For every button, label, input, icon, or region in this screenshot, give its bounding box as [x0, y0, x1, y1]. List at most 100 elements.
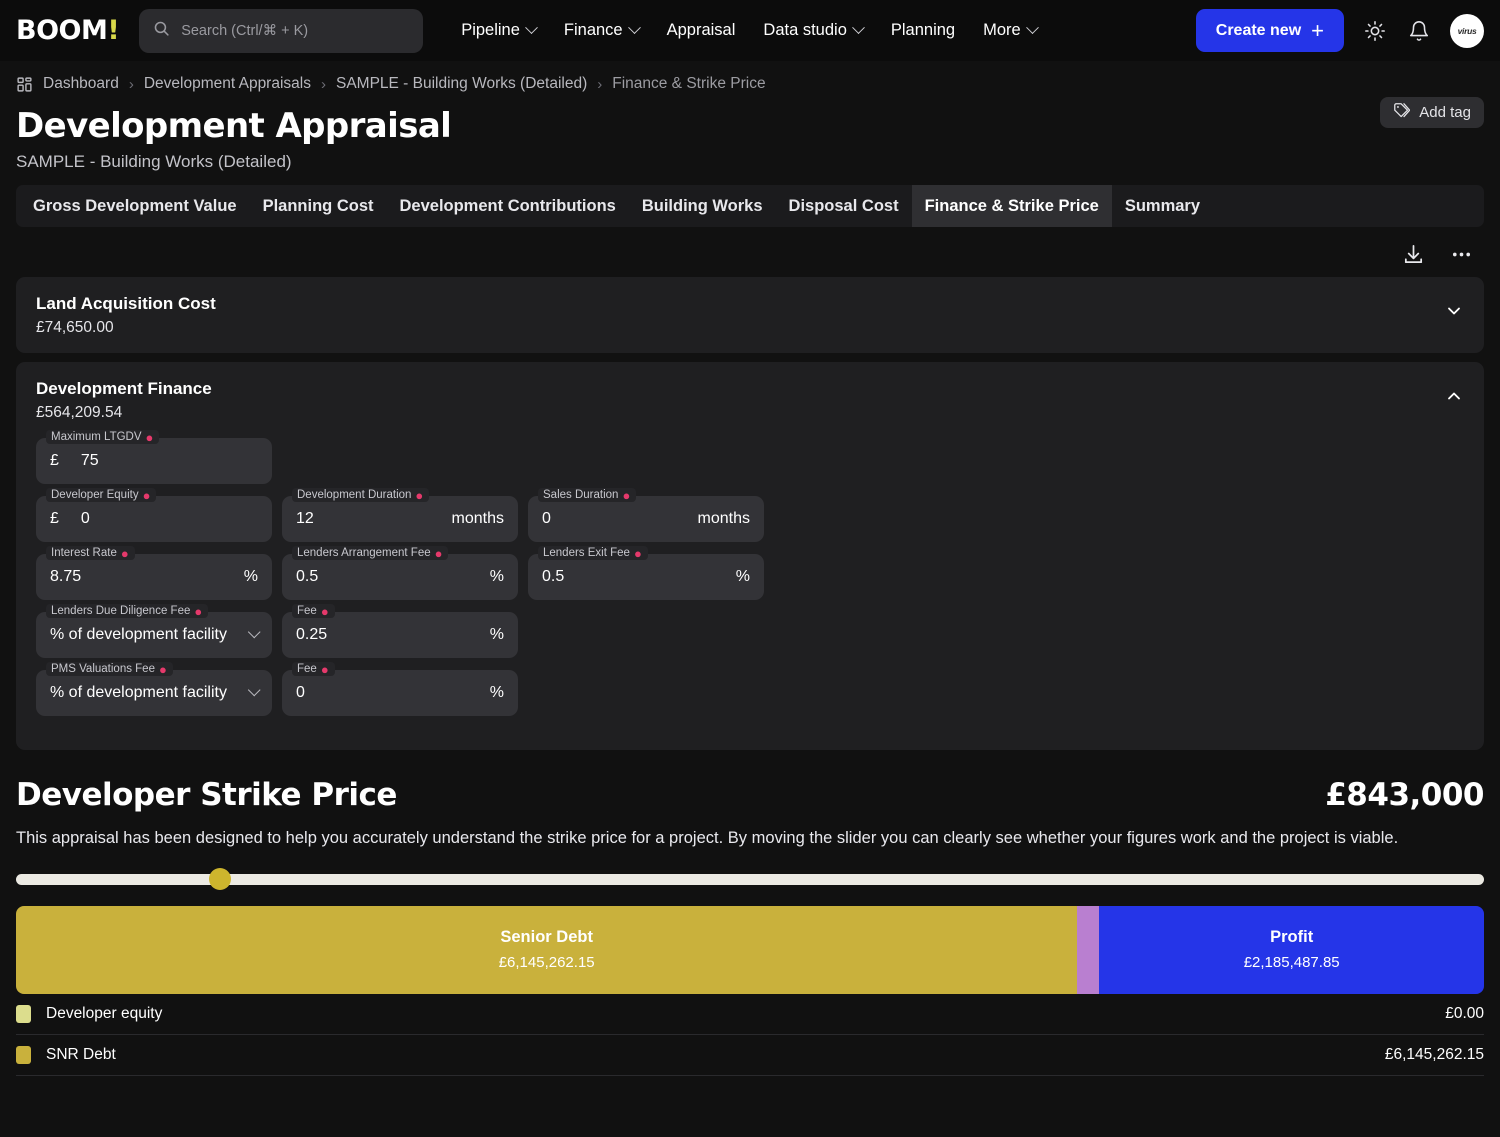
field-interest-rate[interactable]: Interest Rate ● 8.75 % — [36, 546, 272, 601]
content-toolbar — [0, 227, 1500, 277]
nav-item-pipeline[interactable]: Pipeline — [447, 13, 550, 48]
field-label-text: Fee — [297, 605, 317, 618]
legend-swatch — [16, 1004, 31, 1023]
nav-label: Finance — [563, 21, 623, 39]
tab-finance-and-strike-price[interactable]: Finance & Strike Price — [911, 185, 1112, 228]
search-input[interactable]: Search (Ctrl/⌘ + K) — [139, 8, 424, 53]
tab-summary[interactable]: Summary — [1112, 185, 1213, 227]
chevron-up-icon[interactable] — [1444, 386, 1464, 411]
create-new-button[interactable]: Create new + — [1195, 9, 1344, 52]
field-label: Interest Rate ● — [46, 546, 135, 561]
strike-price-slider[interactable] — [16, 868, 1484, 891]
breadcrumb-separator: › — [320, 75, 326, 93]
avatar[interactable]: virus — [1450, 13, 1484, 48]
card-development-finance-header[interactable]: Development Finance £564,209.54 — [16, 362, 1484, 438]
breadcrumb-separator: › — [597, 75, 603, 93]
nav-item-appraisal[interactable]: Appraisal — [653, 13, 750, 48]
app-logo-bang: ! — [107, 15, 120, 46]
sun-icon — [1365, 20, 1385, 41]
required-asterisk: ● — [434, 545, 443, 561]
tag-icon — [1393, 102, 1411, 123]
card-title: Land Acquisition Cost — [36, 294, 216, 314]
breadcrumb-item-development-appraisals[interactable]: Development Appraisals — [144, 75, 311, 93]
app-logo-text: BOOM — [16, 15, 108, 46]
tab-disposal-cost[interactable]: Disposal Cost — [776, 185, 912, 227]
breadcrumb: Dashboard › Development Appraisals › SAM… — [0, 61, 1500, 93]
theme-toggle-button[interactable] — [1362, 18, 1388, 44]
breadcrumb-item-dashboard[interactable]: Dashboard — [43, 75, 119, 93]
nav-label: Appraisal — [666, 21, 736, 39]
field-pms-valuations-fee[interactable]: PMS Valuations Fee ● % of development fa… — [36, 662, 272, 717]
chevron-down-icon[interactable] — [1444, 301, 1464, 326]
page-subtitle: SAMPLE - Building Works (Detailed) — [16, 152, 292, 172]
field-row-5: PMS Valuations Fee ● % of development fa… — [36, 662, 1464, 717]
segment-value: £2,185,487.85 — [1243, 954, 1340, 972]
nav-item-more[interactable]: More — [969, 13, 1051, 48]
field-lenders-due-diligence-fee-amount[interactable]: Fee ● 0.25 % — [282, 604, 518, 659]
app-logo[interactable]: BOOM! — [16, 15, 120, 46]
field-value: 0 — [542, 510, 551, 528]
page-title: Development Appraisal — [16, 106, 452, 146]
field-suffix: % — [489, 568, 504, 586]
notifications-button[interactable] — [1406, 18, 1432, 44]
more-options-button[interactable] — [1448, 241, 1474, 267]
field-value: 0.5 — [542, 568, 565, 586]
bar-segment-profit[interactable]: Profit £2,185,487.85 — [1099, 905, 1484, 994]
field-label: Fee ● — [292, 604, 335, 619]
required-asterisk: ● — [142, 487, 151, 503]
segment-label: Senior Debt — [500, 928, 593, 947]
chevron-down-icon — [247, 683, 261, 696]
top-navigation-bar: BOOM! Search (Ctrl/⌘ + K) Pipeline Finan… — [0, 0, 1500, 61]
field-development-duration[interactable]: Development Duration ● 12 months — [282, 488, 518, 543]
bar-segment-middle[interactable] — [1077, 905, 1100, 994]
field-sales-duration[interactable]: Sales Duration ● 0 months — [528, 488, 764, 543]
card-title: Development Finance — [36, 379, 212, 399]
card-land-acquisition-header[interactable]: Land Acquisition Cost £74,650.00 — [16, 277, 1484, 353]
field-suffix: months — [697, 510, 750, 528]
nav-item-data-studio[interactable]: Data studio — [749, 13, 876, 48]
card-value: £564,209.54 — [36, 404, 123, 422]
field-label-text: Lenders Arrangement Fee — [297, 547, 431, 560]
avatar-text: virus — [1457, 25, 1477, 36]
tab-development-contributions[interactable]: Development Contributions — [387, 185, 629, 227]
field-maximum-ltgdv[interactable]: Maximum LTGDV ● £ 75 — [36, 430, 272, 485]
field-label: Lenders Arrangement Fee ● — [292, 545, 449, 561]
required-asterisk: ● — [415, 487, 424, 503]
tab-building-works[interactable]: Building Works — [629, 185, 776, 227]
add-tag-button[interactable]: Add tag — [1380, 97, 1484, 128]
required-asterisk: ● — [633, 545, 642, 561]
field-lenders-arrangement-fee[interactable]: Lenders Arrangement Fee ● 0.5 % — [282, 546, 518, 601]
dashboard-grid-icon[interactable] — [16, 76, 33, 93]
required-asterisk: ● — [145, 429, 154, 445]
card-land-acquisition-cost: Land Acquisition Cost £74,650.00 — [16, 277, 1484, 354]
field-label-text: Sales Duration — [543, 489, 619, 502]
field-lenders-exit-fee[interactable]: Lenders Exit Fee ● 0.5 % — [528, 546, 764, 601]
nav-item-planning[interactable]: Planning — [877, 13, 969, 48]
card-development-finance: Development Finance £564,209.54 Maximum … — [16, 362, 1484, 751]
breadcrumb-item-current: Finance & Strike Price — [612, 75, 766, 92]
tab-gross-development-value[interactable]: Gross Development Value — [20, 185, 250, 227]
section-tabs: Gross Development Value Planning Cost De… — [16, 185, 1484, 228]
download-button[interactable] — [1400, 241, 1426, 267]
field-value: 12 — [296, 510, 314, 528]
currency-prefix: £ — [50, 510, 59, 528]
field-developer-equity[interactable]: Developer Equity ● £ 0 — [36, 488, 272, 543]
strike-price-title: Developer Strike Price — [16, 777, 397, 814]
breadcrumb-separator: › — [128, 75, 134, 93]
tab-planning-cost[interactable]: Planning Cost — [250, 185, 387, 227]
bar-segment-senior-debt[interactable]: Senior Debt £6,145,262.15 — [16, 905, 1078, 994]
field-lenders-due-diligence-fee[interactable]: Lenders Due Diligence Fee ● % of develop… — [36, 604, 272, 659]
ellipsis-icon — [1452, 252, 1470, 256]
field-pms-valuations-fee-amount[interactable]: Fee ● 0 % — [282, 662, 518, 717]
nav-item-finance[interactable]: Finance — [550, 13, 653, 48]
search-placeholder: Search (Ctrl/⌘ + K) — [181, 22, 309, 39]
field-value: 0.5 — [296, 568, 319, 586]
developer-strike-price-section: Developer Strike Price £843,000 This app… — [0, 759, 1500, 852]
breadcrumb-item-sample[interactable]: SAMPLE - Building Works (Detailed) — [336, 75, 587, 93]
slider-thumb[interactable] — [209, 868, 232, 891]
capital-stack-bar: Senior Debt £6,145,262.15 Profit £2,185,… — [16, 905, 1484, 994]
development-finance-fields: Maximum LTGDV ● £ 75 Developer Equity ● … — [16, 430, 1484, 750]
select-value: % of development facility — [50, 626, 227, 644]
field-label: Lenders Exit Fee ● — [538, 545, 648, 561]
field-label: Sales Duration ● — [538, 488, 637, 503]
